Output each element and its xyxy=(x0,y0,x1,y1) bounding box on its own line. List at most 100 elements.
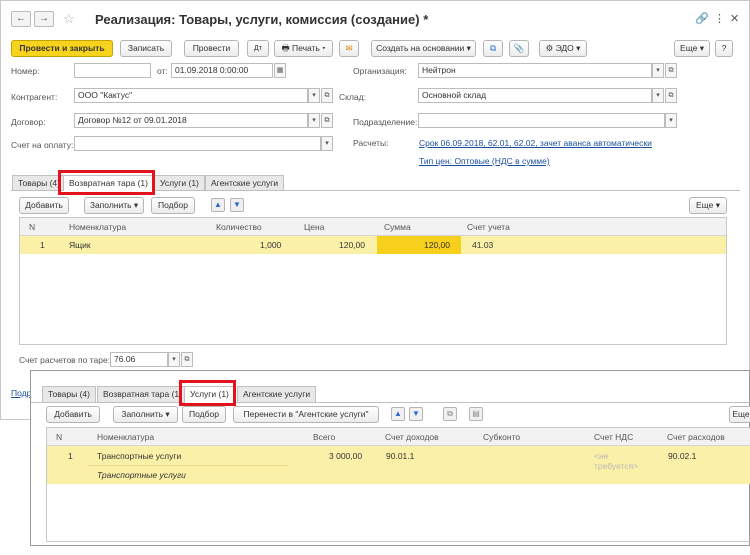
chevron-down-icon[interactable]: ▾ xyxy=(652,63,664,78)
open-link-icon[interactable]: ⧉ xyxy=(665,63,677,78)
contractor-field[interactable]: ООО "Кактус" xyxy=(74,88,308,103)
add-button[interactable]: Добавить xyxy=(19,197,69,214)
table-more-button[interactable]: Еще ▾ xyxy=(689,197,727,214)
open-link-icon[interactable]: ⧉ xyxy=(181,352,193,367)
col-header-total: Всего xyxy=(313,432,336,442)
row-quantity: 1,000 xyxy=(260,240,282,250)
warehouse-field[interactable]: Основной склад xyxy=(418,88,652,103)
arrow-up-icon[interactable]: ▲ xyxy=(391,407,405,421)
tab-goods[interactable]: Товары (4) xyxy=(42,386,96,402)
division-label: Подразделение: xyxy=(353,117,418,127)
settlements-link[interactable]: Срок 06.09.2018, 62.01, 62.02, зачет ава… xyxy=(419,138,652,148)
tab-agent-services[interactable]: Агентские услуги xyxy=(205,175,285,190)
row-nomenclature: Транспортные услуги xyxy=(97,451,182,461)
col-header-quantity: Количество xyxy=(216,222,262,232)
arrow-down-icon[interactable]: ▼ xyxy=(409,407,423,421)
help-button[interactable]: ? xyxy=(715,40,733,57)
attachment-icon[interactable]: 📎 xyxy=(509,40,529,57)
col-header-sum: Сумма xyxy=(384,222,411,232)
col-header-expense-account: Счет расходов xyxy=(667,432,725,442)
dt-kt-icon[interactable]: Дт xyxy=(247,40,269,57)
row-vat-account: <не требуется> xyxy=(594,451,639,471)
back-button[interactable]: ← xyxy=(11,11,31,27)
tab-services[interactable]: Услуги (1) xyxy=(154,175,205,190)
add-button[interactable]: Добавить xyxy=(46,406,100,423)
col-header-nomenclature: Номенклатура xyxy=(69,222,127,232)
tabs-divider xyxy=(31,402,749,403)
row-income-account: 90.01.1 xyxy=(386,451,415,461)
transfer-agent-services-button[interactable]: Перенести в "Агентские услуги" xyxy=(233,406,379,423)
col-header-n: N xyxy=(56,432,63,442)
invoice-field[interactable] xyxy=(74,136,321,151)
tare-account-label: Счет расчетов по таре: xyxy=(19,355,111,365)
open-link-icon[interactable]: ⧉ xyxy=(321,113,333,128)
contract-label: Договор: xyxy=(11,117,46,127)
post-and-close-button[interactable]: Провести и закрыть xyxy=(11,40,113,57)
tab-returnable-tare[interactable]: Возвратная тара (1) xyxy=(97,386,188,402)
fill-button[interactable]: Заполнить ▾ xyxy=(84,197,144,214)
print-button[interactable]: 🖶 Печать ▾ xyxy=(274,40,333,57)
price-type-link[interactable]: Тип цен: Оптовые (НДС в сумме) xyxy=(419,156,550,166)
pick-button[interactable]: Подбор xyxy=(182,406,226,423)
more-vertical-icon[interactable]: ⋮ xyxy=(714,12,725,25)
row-content: Транспортные услуги xyxy=(97,470,186,480)
copy-icon[interactable]: ⧉ xyxy=(443,407,457,421)
division-field[interactable] xyxy=(418,113,665,128)
date-field[interactable]: 01.09.2018 0:00:00 xyxy=(171,63,273,78)
cutoff-link[interactable]: Подр xyxy=(11,388,31,398)
col-header-n: N xyxy=(29,222,36,232)
open-link-icon[interactable]: ⧉ xyxy=(665,88,677,103)
goods-table: N Номенклатура Количество Цена Сумма Сче… xyxy=(19,217,727,345)
fill-button[interactable]: Заполнить ▾ xyxy=(113,406,178,423)
organization-field[interactable]: Нейтрон xyxy=(418,63,652,78)
col-header-subconto: Субконто xyxy=(483,432,521,442)
open-link-icon[interactable]: ⧉ xyxy=(321,88,333,103)
callout-highlight xyxy=(58,170,155,195)
row-account: 41.03 xyxy=(472,240,494,250)
more-button[interactable]: Еще ▾ xyxy=(674,40,710,57)
chevron-down-icon[interactable]: ▾ xyxy=(308,88,320,103)
table-more-button[interactable]: Еще xyxy=(729,406,750,423)
arrow-down-icon[interactable]: ▼ xyxy=(230,198,244,212)
row-number: 1 xyxy=(68,451,73,461)
chevron-down-icon[interactable]: ▾ xyxy=(321,136,333,151)
arrow-left-icon: ← xyxy=(16,13,26,24)
forward-button[interactable]: → xyxy=(34,11,54,27)
chevron-down-icon[interactable]: ▾ xyxy=(308,113,320,128)
link-icon[interactable]: 🔗 xyxy=(695,12,709,25)
number-label: Номер: xyxy=(11,66,40,76)
table-row[interactable]: 1 Транспортные услуги Транспортные услуг… xyxy=(47,446,750,484)
edo-button[interactable]: ⚙ ЭДО ▾ xyxy=(539,40,587,57)
settlements-label: Расчеты: xyxy=(353,138,389,148)
structure-icon[interactable]: ⧉ xyxy=(483,40,503,57)
favorite-star-icon[interactable]: ☆ xyxy=(63,11,75,27)
date-label: от: xyxy=(157,66,168,76)
chevron-down-icon[interactable]: ▾ xyxy=(652,88,664,103)
close-icon[interactable]: ✕ xyxy=(730,12,739,25)
mail-icon[interactable]: ✉ xyxy=(339,40,359,57)
table-row[interactable]: 1 Ящик 1,000 120,00 120,00 41.03 xyxy=(20,236,726,254)
chevron-down-icon[interactable]: ▾ xyxy=(168,352,180,367)
pick-button[interactable]: Подбор xyxy=(151,197,195,214)
document-window: ← → ☆ Реализация: Товары, услуги, комисс… xyxy=(0,0,750,420)
col-header-income-account: Счет доходов xyxy=(385,432,439,442)
save-button[interactable]: Записать xyxy=(120,40,172,57)
calendar-icon[interactable]: ▦ xyxy=(274,63,286,78)
post-button[interactable]: Провести xyxy=(184,40,239,57)
tab-agent-services[interactable]: Агентские услуги xyxy=(237,386,317,402)
grid-icon[interactable]: ▤ xyxy=(469,407,483,421)
arrow-up-icon[interactable]: ▲ xyxy=(211,198,225,212)
organization-label: Организация: xyxy=(353,66,407,76)
chevron-down-icon[interactable]: ▾ xyxy=(665,113,677,128)
row-nomenclature: Ящик xyxy=(69,240,91,250)
row-sum: 120,00 xyxy=(424,240,450,250)
tare-account-field[interactable]: 76.06 xyxy=(110,352,168,367)
number-field[interactable] xyxy=(74,63,151,78)
invoice-label: Счет на оплату: xyxy=(11,140,74,150)
col-header-vat-account: Счет НДС xyxy=(594,432,634,442)
col-header-account: Счет учета xyxy=(467,222,510,232)
contractor-label: Контрагент: xyxy=(11,92,58,102)
create-based-on-button[interactable]: Создать на основании ▾ xyxy=(371,40,476,57)
row-price: 120,00 xyxy=(339,240,365,250)
contract-field[interactable]: Договор №12 от 09.01.2018 xyxy=(74,113,308,128)
